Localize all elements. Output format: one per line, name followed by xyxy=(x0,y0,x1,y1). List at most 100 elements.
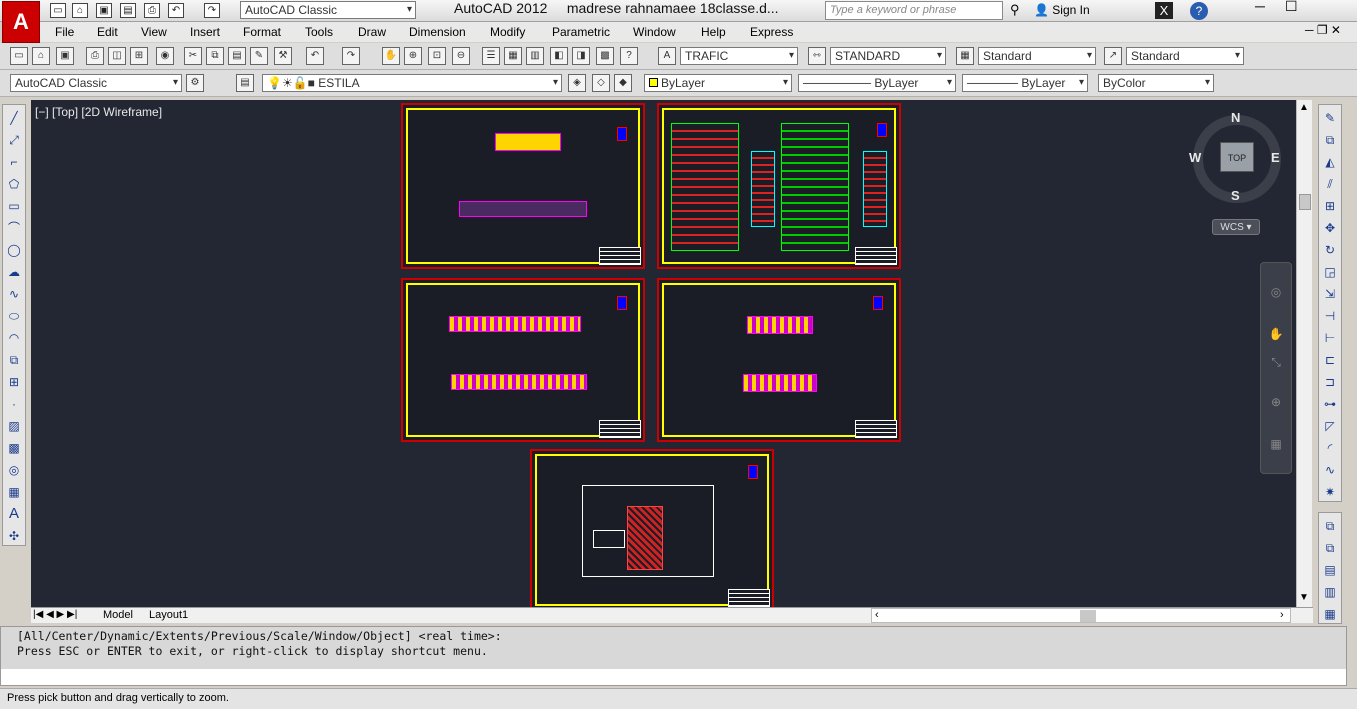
help-icon[interactable]: ? xyxy=(1190,2,1208,20)
save-file-icon[interactable]: ▣ xyxy=(56,47,74,65)
scale-icon[interactable]: ◲ xyxy=(1321,263,1339,281)
undo-icon[interactable]: ↶ xyxy=(168,3,184,18)
circle-icon[interactable]: ◯ xyxy=(5,241,23,259)
3d-dwf-icon[interactable]: ◉ xyxy=(156,47,174,65)
tab-nav-first-icon[interactable]: |◀ ◀ ▶ ▶| xyxy=(33,609,77,620)
tb-help-icon[interactable]: ? xyxy=(620,47,638,65)
menu-help[interactable]: Help xyxy=(701,25,726,39)
wcs-menu[interactable]: WCS ▾ xyxy=(1212,219,1260,235)
tb-undo-icon[interactable]: ↶ xyxy=(306,47,324,65)
sign-in-link[interactable]: 👤 Sign In xyxy=(1034,3,1090,17)
tab-layout1[interactable]: Layout1 xyxy=(149,609,188,621)
mleader-style-select[interactable]: Standard xyxy=(1126,47,1244,65)
doc-window-controls[interactable]: ─ ❐ ✕ xyxy=(1305,23,1341,37)
match-properties-icon[interactable]: ✎ xyxy=(250,47,268,65)
offset-icon[interactable]: ⫽ xyxy=(1321,175,1339,193)
break-at-point-icon[interactable]: ⊏ xyxy=(1321,351,1339,369)
gradient-icon[interactable]: ▩ xyxy=(5,439,23,457)
copy-object-icon[interactable]: ⧉ xyxy=(1321,131,1339,149)
hscroll-thumb[interactable] xyxy=(1080,610,1096,622)
layer-properties-icon[interactable]: ▤ xyxy=(236,74,254,92)
qnew-icon[interactable]: ▭ xyxy=(10,47,28,65)
scroll-right-icon[interactable]: › xyxy=(1280,609,1284,621)
extend-icon[interactable]: ⊢ xyxy=(1321,329,1339,347)
hatch-icon[interactable]: ▨ xyxy=(5,417,23,435)
menu-parametric[interactable]: Parametric xyxy=(552,25,610,39)
explode-icon[interactable]: ✷ xyxy=(1321,483,1339,501)
trim-icon[interactable]: ⊣ xyxy=(1321,307,1339,325)
join-icon[interactable]: ⊶ xyxy=(1321,395,1339,413)
layer-select[interactable]: 💡☀🔓■ ESTILA xyxy=(262,74,562,92)
scroll-up-icon[interactable]: ▲ xyxy=(1299,102,1309,113)
viewcube-top-face[interactable]: TOP xyxy=(1220,142,1254,172)
drawing-canvas[interactable] xyxy=(31,100,1296,611)
menu-edit[interactable]: Edit xyxy=(97,25,118,39)
break-icon[interactable]: ⊐ xyxy=(1321,373,1339,391)
point-icon[interactable]: · xyxy=(5,395,23,413)
move-icon[interactable]: ✥ xyxy=(1321,219,1339,237)
chamfer-icon[interactable]: ◸ xyxy=(1321,417,1339,435)
search-input[interactable]: Type a keyword or phrase xyxy=(825,1,1003,20)
command-input[interactable] xyxy=(1,669,1346,685)
text-style-select[interactable]: TRAFIC xyxy=(680,47,798,65)
zoom-previous-icon[interactable]: ⊖ xyxy=(452,47,470,65)
scroll-down-icon[interactable]: ▼ xyxy=(1299,592,1309,603)
erase-icon[interactable]: ✎ xyxy=(1321,109,1339,127)
table-icon[interactable]: ▦ xyxy=(5,483,23,501)
menu-tools[interactable]: Tools xyxy=(305,25,333,39)
menu-format[interactable]: Format xyxy=(243,25,281,39)
menu-dimension[interactable]: Dimension xyxy=(409,25,466,39)
plotstyle-select[interactable]: ByColor xyxy=(1098,74,1214,92)
revcloud-icon[interactable]: ☁ xyxy=(5,263,23,281)
workspace-select[interactable]: AutoCAD Classic xyxy=(240,1,416,19)
linetype-select[interactable]: ──────── ByLayer xyxy=(798,74,956,92)
ellipse-arc-icon[interactable]: ◠ xyxy=(5,329,23,347)
polygon-icon[interactable]: ⬠ xyxy=(5,175,23,193)
steering-wheel-icon[interactable]: ◎ xyxy=(1267,283,1285,301)
mirror-icon[interactable]: ◭ xyxy=(1321,153,1339,171)
arc-icon[interactable]: ⌒ xyxy=(5,219,23,237)
exchange-icon[interactable]: X xyxy=(1155,2,1173,19)
horizontal-scrollbar[interactable]: ‹ › xyxy=(871,608,1291,623)
plot-icon[interactable]: ⎙ xyxy=(86,47,104,65)
new-icon[interactable]: ▭ xyxy=(50,3,66,18)
compass-south[interactable]: S xyxy=(1231,188,1240,203)
text-style-icon[interactable]: A xyxy=(658,47,676,65)
layer-previous-icon[interactable]: ◇ xyxy=(592,74,610,92)
minimize-icon[interactable]: ─ xyxy=(1255,0,1265,14)
publish-icon[interactable]: ⊞ xyxy=(130,47,148,65)
copy-icon[interactable]: ⧉ xyxy=(206,47,224,65)
text-front-icon[interactable]: ▦ xyxy=(1321,605,1339,623)
cut-icon[interactable]: ✂ xyxy=(184,47,202,65)
markup-icon[interactable]: ◨ xyxy=(572,47,590,65)
quickcalc-icon[interactable]: ▩ xyxy=(596,47,614,65)
nav-zoom-icon[interactable]: ⤡ xyxy=(1267,353,1285,371)
workspace-combo[interactable]: AutoCAD Classic xyxy=(10,74,182,92)
dim-style-icon[interactable]: ⇿ xyxy=(808,47,826,65)
app-menu-button[interactable]: A xyxy=(2,1,40,43)
compass-east[interactable]: E xyxy=(1271,150,1280,165)
compass-west[interactable]: W xyxy=(1189,150,1201,165)
maximize-icon[interactable]: ☐ xyxy=(1285,0,1298,15)
open-icon[interactable]: ⌂ xyxy=(72,3,88,18)
pan-icon[interactable]: ✋ xyxy=(382,47,400,65)
menu-express[interactable]: Express xyxy=(750,25,793,39)
make-block-icon[interactable]: ⊞ xyxy=(5,373,23,391)
menu-draw[interactable]: Draw xyxy=(358,25,386,39)
blend-icon[interactable]: ∿ xyxy=(1321,461,1339,479)
plot-preview-icon[interactable]: ◫ xyxy=(108,47,126,65)
lineweight-select[interactable]: ────── ByLayer xyxy=(962,74,1088,92)
bring-front-icon[interactable]: ⧉ xyxy=(1321,517,1339,535)
menu-insert[interactable]: Insert xyxy=(190,25,220,39)
vertical-scrollbar[interactable]: ▲ ▼ xyxy=(1296,100,1312,607)
bring-above-icon[interactable]: ▤ xyxy=(1321,561,1339,579)
ellipse-icon[interactable]: ⬭ xyxy=(5,307,23,325)
construction-line-icon[interactable]: ⤢ xyxy=(5,131,23,149)
redo-icon[interactable]: ↷ xyxy=(204,3,220,18)
send-back-icon[interactable]: ⧉ xyxy=(1321,539,1339,557)
nav-pan-icon[interactable]: ✋ xyxy=(1267,325,1285,343)
tb-redo-icon[interactable]: ↷ xyxy=(342,47,360,65)
array-icon[interactable]: ⊞ xyxy=(1321,197,1339,215)
save-as-icon[interactable]: ▤ xyxy=(120,3,136,18)
mleader-style-icon[interactable]: ↗ xyxy=(1104,47,1122,65)
